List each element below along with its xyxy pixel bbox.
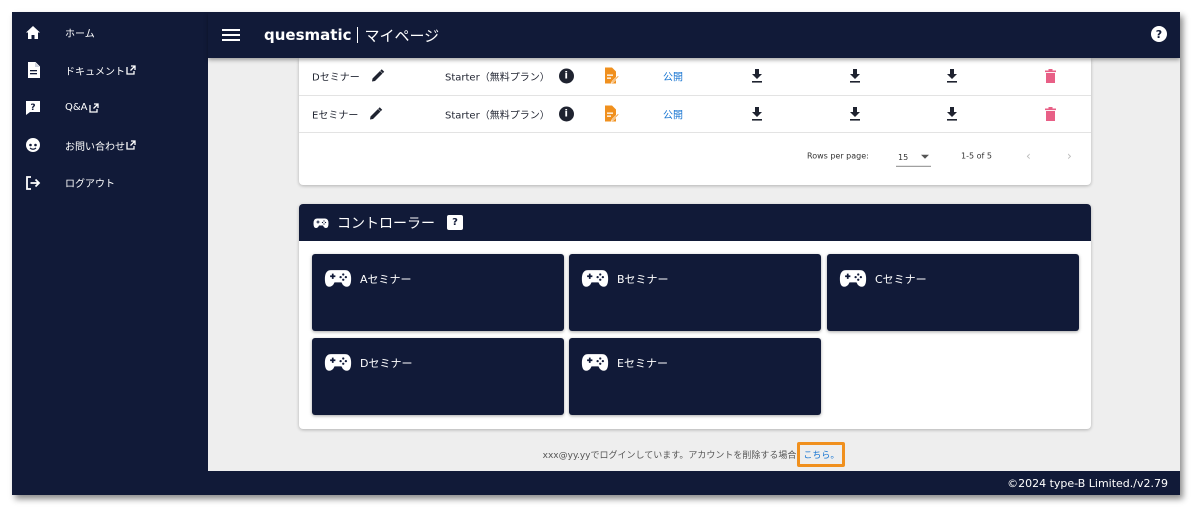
controller-tile[interactable]: Eセミナー <box>569 338 821 415</box>
gamepad-icon <box>324 352 352 372</box>
plan-label: Starter（無料プラン） <box>445 72 550 84</box>
external-link-icon <box>126 65 136 75</box>
delete-icon[interactable] <box>1045 106 1056 121</box>
document-icon <box>24 61 42 79</box>
download-icon[interactable] <box>751 106 763 121</box>
divider <box>357 27 359 43</box>
sidebar-item-documents[interactable]: ドキュメント <box>12 52 208 90</box>
main-content: Dセミナー Starter（無料プラン） i 公開 Eセミナー Starter（… <box>208 58 1180 471</box>
table-row: Dセミナー Starter（無料プラン） i 公開 <box>299 58 1091 96</box>
gamepad-icon <box>581 352 609 372</box>
svg-text:?: ? <box>30 103 35 113</box>
seminar-name: Eセミナー <box>312 110 359 122</box>
download-icon[interactable] <box>751 69 763 83</box>
controller-tile[interactable]: Bセミナー <box>569 254 821 331</box>
sidebar-item-label: ログアウト <box>65 179 115 191</box>
gamepad-icon <box>839 268 867 288</box>
sidebar-item-label: ホーム <box>65 29 95 41</box>
download-icon[interactable] <box>849 69 861 83</box>
app-bar: quesmatic マイページ ? <box>208 12 1180 58</box>
menu-icon[interactable] <box>222 27 240 43</box>
copyright: ©2024 type-B Limited./v2.79 <box>1007 476 1168 490</box>
info-icon[interactable]: i <box>558 68 574 84</box>
home-icon <box>24 24 42 42</box>
edit-icon[interactable] <box>368 106 383 121</box>
sidebar-item-home[interactable]: ホーム <box>12 14 208 52</box>
controller-tile[interactable]: Aセミナー <box>312 254 564 331</box>
page-title: マイページ <box>364 26 440 45</box>
login-status-text: xxx@yy.yyでログインしています。アカウントを削除する場合 <box>542 451 797 461</box>
sidebar-item-qa[interactable]: ? Q&A <box>12 89 208 127</box>
footer-bar: ©2024 type-B Limited./v2.79 <box>208 471 1180 495</box>
rows-per-page-select[interactable]: 15 <box>896 148 931 167</box>
tile-label: Eセミナー <box>617 357 668 370</box>
publish-status-link[interactable]: 公開 <box>663 69 683 84</box>
edit-icon[interactable] <box>370 69 385 84</box>
external-link-icon <box>126 140 136 150</box>
rows-per-page-value: 15 <box>898 152 909 162</box>
seminar-name: Dセミナー <box>312 72 360 84</box>
section-title: コントローラー <box>337 215 435 232</box>
tile-label: Cセミナー <box>875 273 927 286</box>
help-icon[interactable]: ? <box>447 215 463 230</box>
publish-status-link[interactable]: 公開 <box>663 106 683 121</box>
help-icon[interactable]: ? <box>1151 26 1167 42</box>
page-range: 1-5 of 5 <box>961 151 992 160</box>
question-icon: ? <box>24 99 42 117</box>
delete-account-link[interactable]: こちら。 <box>797 442 846 467</box>
logout-icon <box>24 174 42 192</box>
table-row: Eセミナー Starter（無料プラン） i 公開 <box>299 96 1091 133</box>
support-icon <box>24 136 42 154</box>
login-status-note: xxx@yy.yyでログインしています。アカウントを削除する場合 こちら。 <box>208 442 1180 467</box>
controller-tile[interactable]: Dセミナー <box>312 338 564 415</box>
external-link-icon <box>88 103 99 113</box>
sidebar-item-label: ドキュメント <box>65 66 125 78</box>
next-page-button[interactable]: › <box>1067 149 1072 163</box>
sidebar-item-logout[interactable]: ログアウト <box>12 164 208 202</box>
gamepad-icon <box>313 217 329 229</box>
controller-header: コントローラー ? <box>299 204 1091 241</box>
delete-icon[interactable] <box>1045 69 1056 84</box>
rows-per-page-label: Rows per page: <box>807 151 869 160</box>
chevron-down-icon <box>921 154 929 159</box>
app-window: ホーム ドキュメント ? Q&A お問い合わせ ログアウト quesmatic … <box>12 12 1180 495</box>
document-edit-icon[interactable] <box>604 105 619 122</box>
sidebar: ホーム ドキュメント ? Q&A お問い合わせ ログアウト <box>12 12 208 495</box>
download-icon[interactable] <box>946 69 958 83</box>
previous-page-button[interactable]: ‹ <box>1026 149 1031 163</box>
table-pagination: Rows per page: 15 1-5 of 5 ‹ › <box>299 133 1091 178</box>
tile-label: Bセミナー <box>617 273 669 286</box>
sidebar-item-contact[interactable]: お問い合わせ <box>12 127 208 165</box>
controller-tile[interactable]: Cセミナー <box>827 254 1079 331</box>
seminar-table: Dセミナー Starter（無料プラン） i 公開 Eセミナー Starter（… <box>299 58 1091 185</box>
gamepad-icon <box>324 268 352 288</box>
brand-name: quesmatic <box>264 26 352 44</box>
controller-section: コントローラー ? Aセミナー Bセミナー Cセミナー Dセミナー Eセミナー <box>299 204 1091 429</box>
tile-label: Aセミナー <box>360 273 412 286</box>
sidebar-item-label: お問い合わせ <box>65 141 125 153</box>
download-icon[interactable] <box>946 106 958 121</box>
download-icon[interactable] <box>849 106 861 121</box>
tile-label: Dセミナー <box>360 357 413 370</box>
document-edit-icon[interactable] <box>604 67 619 85</box>
sidebar-item-label: Q&A <box>65 102 88 114</box>
gamepad-icon <box>581 268 609 288</box>
plan-label: Starter（無料プラン） <box>445 110 550 122</box>
info-icon[interactable]: i <box>558 106 574 122</box>
